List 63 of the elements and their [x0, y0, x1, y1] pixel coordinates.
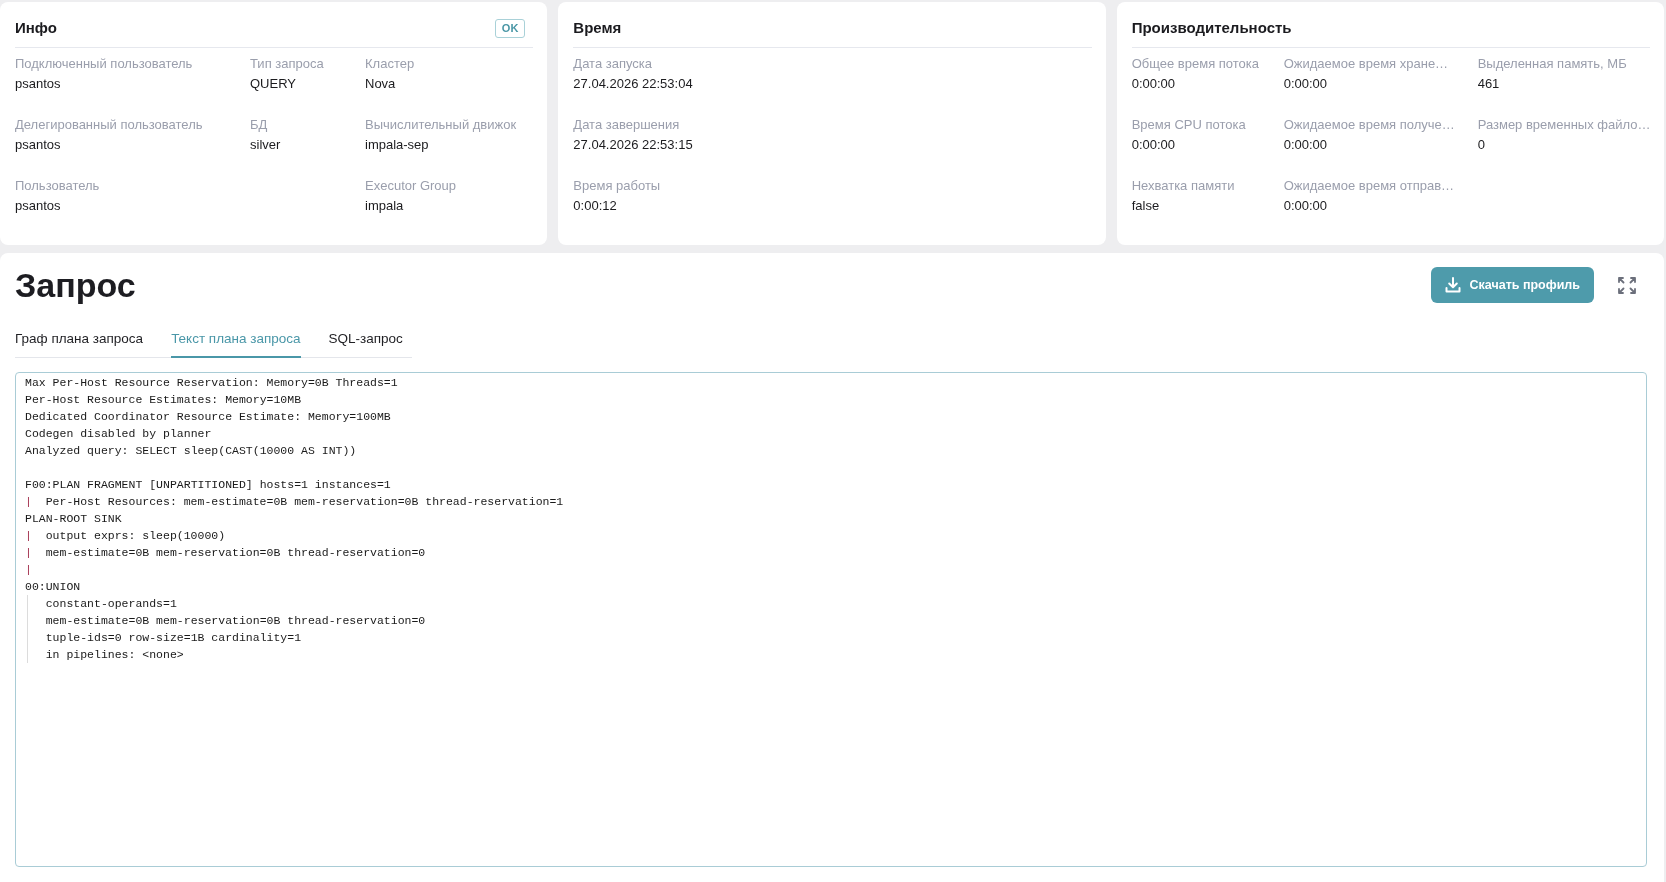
- field-label: Время работы: [573, 178, 661, 194]
- field-value: 0:00:00: [1283, 137, 1328, 153]
- status-badge: OK: [494, 18, 526, 38]
- card-title: Инфо: [15, 18, 57, 38]
- field-label: БД: [250, 117, 268, 133]
- field-label: Кластер: [365, 56, 415, 72]
- field-value: silver: [250, 137, 281, 153]
- code-line: | output exprs: sleep(10000): [25, 528, 226, 544]
- field-label: Тип запроса: [250, 56, 324, 72]
- code-line: constant-operands=1: [45, 596, 177, 612]
- field-value: QUERY: [250, 76, 296, 92]
- field-label: Executor Group: [365, 178, 457, 194]
- card-title: Время: [573, 18, 622, 38]
- tab[interactable]: Граф плана запроса: [15, 325, 144, 358]
- code-line: Max Per-Host Resource Reservation: Memory=0B Threads=1: [25, 375, 398, 391]
- code-line: Dedicated Coordinator Resource Estimate: Memory=100MB: [25, 409, 391, 425]
- expand-icon[interactable]: [1618, 276, 1636, 294]
- code-line: 00:UNION: [25, 579, 81, 595]
- field-value: psantos: [15, 76, 61, 92]
- code-line: PLAN-ROOT SINK: [25, 511, 122, 527]
- field-value: impala: [365, 198, 404, 214]
- field-label: Подключенный пользователь: [15, 56, 193, 72]
- download-icon: [1444, 277, 1461, 293]
- code-line: |: [25, 562, 32, 578]
- query-title: Запрос: [15, 265, 136, 305]
- field-label: Вычислительный движок: [365, 117, 517, 133]
- code-line: mem-estimate=0B mem-reservation=0B thread-reservation=0: [45, 613, 426, 629]
- code-line: | Per-Host Resources: mem-estimate=0B mem-reservation=0B thread-reservation=1: [25, 494, 564, 510]
- field-label: Размер временных файло…: [1477, 117, 1651, 133]
- field-label: Нехватка памяти: [1131, 178, 1235, 194]
- code-line: | mem-estimate=0B mem-reservation=0B thread-reservation=0: [25, 545, 426, 561]
- field-label: Пользователь: [15, 178, 100, 194]
- field-value: 461: [1477, 76, 1500, 92]
- field-value: 27.04.2026 22:53:15: [573, 137, 693, 153]
- field-label: Выделенная память, МБ: [1477, 56, 1627, 72]
- code-line: Analyzed query: SELECT sleep(CAST(10000 AS INT)): [25, 443, 357, 459]
- field-value: 27.04.2026 22:53:04: [573, 76, 693, 92]
- field-value: 0:00:00: [1283, 76, 1328, 92]
- field-value: psantos: [15, 198, 61, 214]
- field-label: Время CPU потока: [1131, 117, 1246, 133]
- field-label: Делегированный пользователь: [15, 117, 203, 133]
- field-label: Ожидаемое время хране…: [1283, 56, 1449, 72]
- tab[interactable]: SQL-запрос: [328, 325, 403, 358]
- code-line: Per-Host Resource Estimates: Memory=10MB: [25, 392, 302, 408]
- field-label: Дата завершения: [573, 117, 680, 133]
- code-line: F00:PLAN FRAGMENT [UNPARTITIONED] hosts=1 instances=1: [25, 477, 391, 493]
- field-label: Ожидаемое время отправ…: [1283, 178, 1455, 194]
- field-value: impala-sep: [365, 137, 429, 153]
- field-value: Nova: [365, 76, 396, 92]
- field-value: 0:00:00: [1131, 76, 1176, 92]
- field-value: 0:00:00: [1131, 137, 1176, 153]
- field-label: Ожидаемое время получе…: [1283, 117, 1455, 133]
- code-line: in pipelines: <none>: [45, 647, 184, 663]
- field-value: 0: [1477, 137, 1485, 153]
- field-label: Дата запуска: [573, 56, 652, 72]
- field-value: 0:00:00: [1283, 198, 1328, 214]
- code-line: tuple-ids=0 row-size=1B cardinality=1: [45, 630, 302, 646]
- code-line: Codegen disabled by planner: [25, 426, 212, 442]
- field-value: false: [1131, 198, 1160, 214]
- field-value: psantos: [15, 137, 61, 153]
- field-label: Общее время потока: [1131, 56, 1259, 72]
- field-value: 0:00:12: [573, 198, 617, 214]
- card-title: Производительность: [1131, 18, 1292, 38]
